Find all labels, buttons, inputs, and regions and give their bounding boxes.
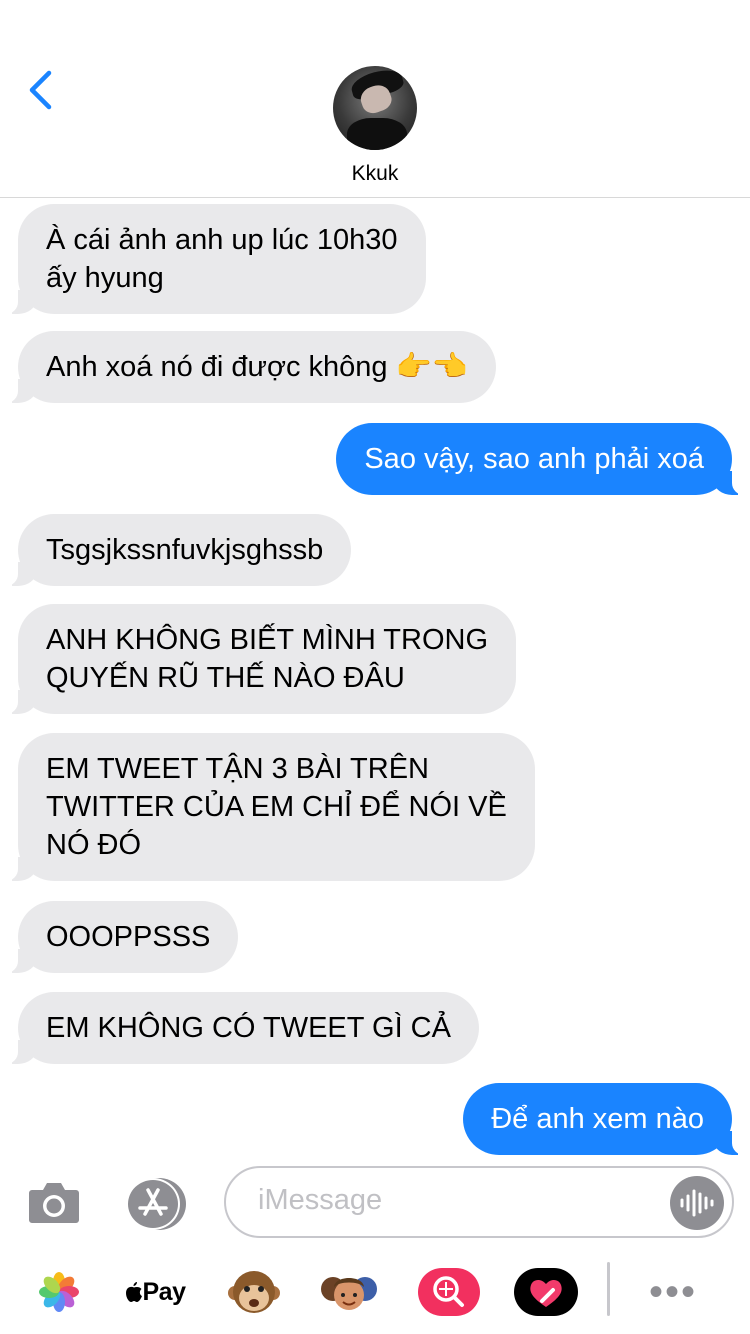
message-input-placeholder: iMessage — [258, 1184, 383, 1216]
animoji-button[interactable] — [226, 1260, 282, 1324]
audio-message-button[interactable] — [670, 1176, 724, 1230]
composer-bar: iMessage — [0, 1160, 750, 1250]
message-sent[interactable]: Sao vậy, sao anh phải xoá — [336, 423, 744, 495]
message-received[interactable]: ANH KHÔNG BIẾT MÌNH TRONG QUYẾN RŨ THẾ N… — [5, 604, 517, 714]
search-images-icon — [418, 1268, 480, 1316]
message-sent[interactable]: Để anh xem nào — [463, 1083, 744, 1155]
apple-logo-icon — [125, 1282, 142, 1302]
waveform-icon — [680, 1189, 714, 1217]
memoji-stickers-icon — [321, 1277, 377, 1310]
app-drawer-divider — [607, 1262, 610, 1316]
memoji-stickers-button[interactable] — [316, 1260, 382, 1324]
contact-avatar[interactable] — [333, 66, 417, 150]
more-apps-button[interactable]: ••• — [640, 1260, 706, 1324]
message-input[interactable]: iMessage — [224, 1166, 734, 1238]
message-received[interactable]: À cái ảnh anh up lúc 10h30 ấy hyung — [6, 204, 426, 314]
contact-name[interactable]: Kkuk — [0, 162, 750, 186]
app-drawer: Pay ••• — [0, 1254, 750, 1334]
photos-icon — [39, 1272, 79, 1312]
digital-touch-heart-icon — [514, 1268, 578, 1316]
monkey-animoji-icon — [228, 1271, 280, 1313]
message-received[interactable]: EM KHÔNG CÓ TWEET GÌ CẢ — [6, 992, 479, 1064]
camera-icon — [29, 1183, 79, 1223]
message-received[interactable]: Anh xoá nó đi được không 👉👈 — [6, 331, 496, 403]
apple-pay-button[interactable]: Pay — [122, 1260, 188, 1324]
image-search-button[interactable] — [416, 1260, 482, 1324]
conversation-header: Kkuk — [0, 0, 750, 198]
more-icon: ••• — [648, 1270, 697, 1314]
digital-touch-button[interactable] — [512, 1260, 580, 1324]
message-received[interactable]: OOOPPSSS — [5, 901, 239, 973]
app-store-icon — [138, 1188, 168, 1216]
message-received[interactable]: EM TWEET TẬN 3 BÀI TRÊN TWITTER CỦA EM C… — [6, 733, 535, 881]
back-button[interactable] — [20, 62, 60, 118]
message-received[interactable]: Tsgsjkssnfuvkjsghssb — [5, 514, 352, 586]
camera-button[interactable] — [28, 1180, 80, 1229]
photos-app-button[interactable] — [36, 1260, 82, 1324]
apple-pay-label: Pay — [142, 1277, 186, 1306]
chevron-left-icon — [29, 70, 52, 110]
app-store-button[interactable] — [126, 1178, 188, 1230]
